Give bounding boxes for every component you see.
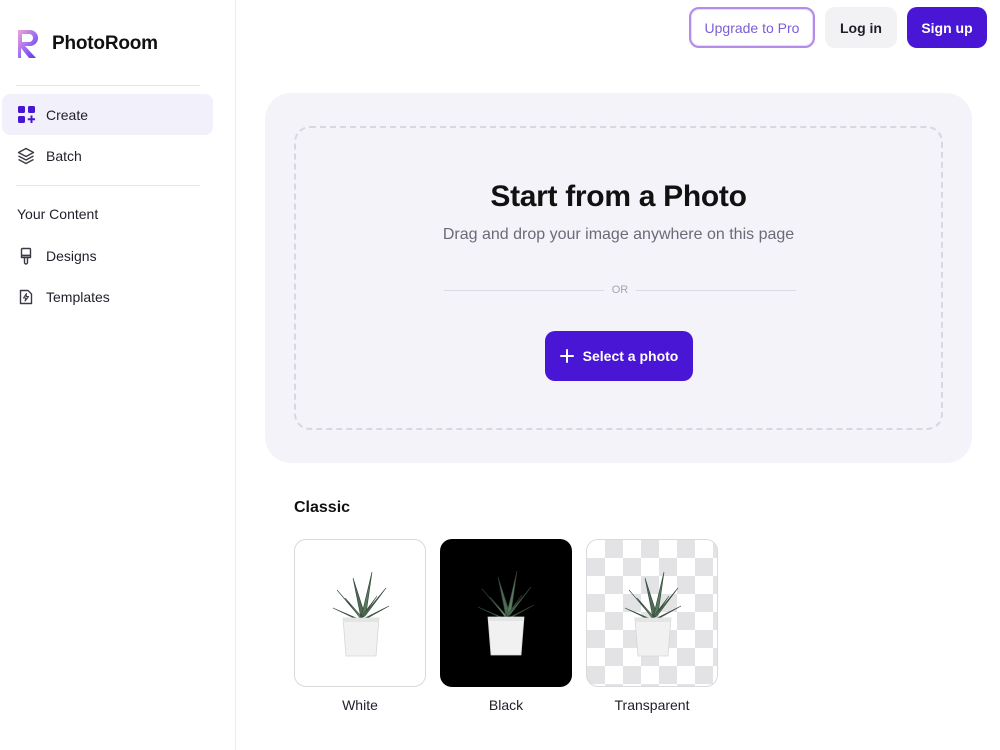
select-photo-label: Select a photo: [582, 348, 679, 364]
sign-up-button[interactable]: Sign up: [907, 7, 987, 48]
drop-zone[interactable]: Start from a Photo Drag and drop your im…: [294, 126, 943, 430]
classic-card-black[interactable]: [440, 539, 572, 687]
photoroom-logo-icon: [18, 30, 38, 58]
layers-icon: [17, 147, 35, 165]
separator-line: [444, 289, 604, 291]
classic-heading: Classic: [294, 499, 351, 516]
sidebar-divider: [16, 185, 200, 186]
plant-image: [332, 571, 390, 657]
grid-plus-icon: [17, 106, 35, 124]
plant-image: [477, 570, 535, 656]
logo[interactable]: PhotoRoom: [16, 28, 158, 60]
sidebar-item-label: Batch: [46, 147, 82, 164]
or-separator: OR: [444, 283, 796, 297]
card-label-white: White: [342, 697, 378, 713]
classic-card-white[interactable]: [294, 539, 426, 687]
sidebar-item-designs[interactable]: Designs: [2, 235, 213, 276]
plus-icon: [559, 349, 574, 363]
sidebar-item-create[interactable]: Create: [2, 94, 213, 135]
sidebar: PhotoRoom Create Batch Your Content Desi…: [0, 0, 236, 750]
card-label-transparent: Transparent: [614, 697, 690, 713]
log-in-button[interactable]: Log in: [825, 7, 897, 48]
select-photo-button[interactable]: Select a photo: [545, 331, 693, 381]
brush-icon: [17, 247, 35, 265]
sidebar-item-label: Designs: [46, 247, 97, 264]
classic-card-transparent[interactable]: [586, 539, 718, 687]
separator-line: [636, 289, 796, 291]
upload-subtitle: Drag and drop your image anywhere on thi…: [442, 226, 795, 243]
sidebar-item-label: Templates: [46, 288, 110, 305]
upload-panel: Start from a Photo Drag and drop your im…: [265, 93, 972, 463]
upload-title: Start from a Photo: [490, 180, 747, 213]
upgrade-to-pro-button[interactable]: Upgrade to Pro: [689, 7, 815, 48]
template-bolt-icon: [17, 288, 35, 306]
sidebar-divider: [16, 85, 200, 86]
plant-image: [624, 571, 682, 657]
your-content-label: Your Content: [17, 206, 99, 222]
or-text: OR: [611, 284, 629, 296]
app-name: PhotoRoom: [52, 33, 158, 54]
sidebar-item-label: Create: [46, 106, 89, 123]
sidebar-item-batch[interactable]: Batch: [2, 135, 213, 176]
card-label-black: Black: [488, 697, 524, 713]
sidebar-item-templates[interactable]: Templates: [2, 276, 213, 317]
